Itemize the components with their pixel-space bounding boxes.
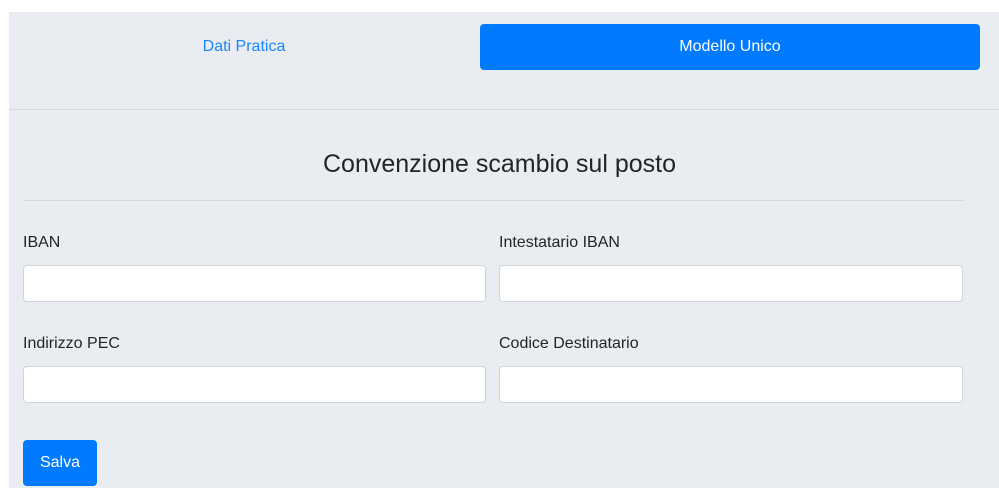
intestatario-iban-input[interactable] bbox=[499, 265, 963, 302]
section-title: Convenzione scambio sul posto bbox=[323, 150, 676, 178]
indirizzo-pec-input[interactable] bbox=[23, 366, 486, 403]
tab-dati-pratica[interactable]: Dati Pratica bbox=[9, 24, 479, 70]
indirizzo-pec-label: Indirizzo PEC bbox=[23, 335, 120, 352]
form-panel: Dati Pratica Modello Unico Convenzione s… bbox=[9, 12, 999, 488]
intestatario-iban-label: Intestatario IBAN bbox=[499, 234, 620, 251]
save-button[interactable]: Salva bbox=[23, 440, 97, 486]
iban-input[interactable] bbox=[23, 265, 486, 302]
codice-destinatario-label: Codice Destinatario bbox=[499, 335, 639, 352]
tab-modello-unico[interactable]: Modello Unico bbox=[480, 24, 980, 70]
title-divider bbox=[23, 200, 964, 201]
codice-destinatario-input[interactable] bbox=[499, 366, 963, 403]
tab-bar: Dati Pratica Modello Unico bbox=[9, 12, 999, 110]
iban-label: IBAN bbox=[23, 234, 61, 251]
